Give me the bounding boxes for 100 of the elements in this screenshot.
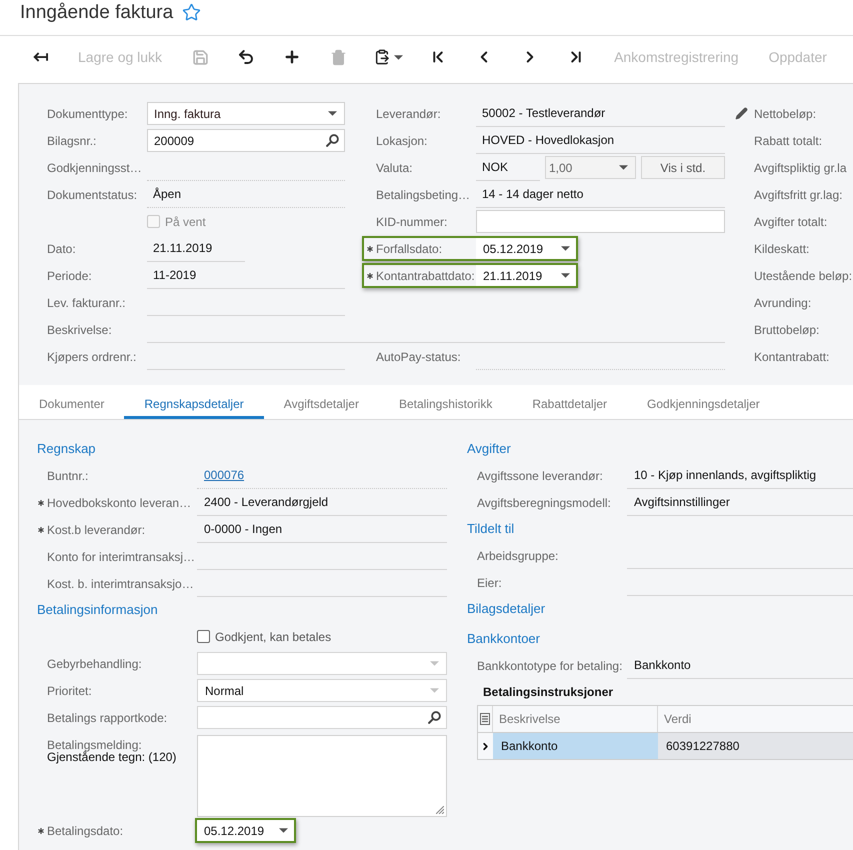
field-label: Avgiftsberegningsmodell: bbox=[477, 494, 611, 512]
field-label: Avgifter totalt: bbox=[754, 214, 828, 230]
text-field[interactable]: 10 - Kjøp innenlands, avgiftspliktig bbox=[627, 462, 853, 489]
tab[interactable]: Avgiftsdetaljer bbox=[264, 385, 379, 419]
field-label: Godkjenningsst… bbox=[47, 160, 142, 176]
field-label: Betalingsbeting… bbox=[376, 186, 470, 204]
grid-title: Betalingsinstruksjoner bbox=[483, 684, 614, 701]
text-field[interactable]: 2400 - Leverandørgjeld bbox=[197, 489, 447, 516]
caret-icon bbox=[561, 273, 570, 278]
dropdown-field[interactable]: Inng. faktura bbox=[147, 102, 345, 125]
lookup-field[interactable] bbox=[197, 706, 447, 729]
star-icon[interactable] bbox=[182, 3, 202, 22]
field-label: Lokasjon: bbox=[376, 132, 428, 150]
date-field[interactable]: 05.12.2019 bbox=[195, 818, 296, 843]
field-label: Rabatt totalt: bbox=[754, 132, 822, 150]
text-field[interactable]: HOVED - Hovedlokasjon bbox=[476, 127, 725, 154]
field-label: Kost. b. interimtransaksjo… bbox=[47, 576, 194, 592]
checkbox-label: Godkjent, kan betales bbox=[215, 628, 332, 646]
field-label: Prioritet: bbox=[47, 682, 92, 700]
list-icon bbox=[480, 713, 490, 725]
text-field[interactable]: NOK bbox=[476, 154, 540, 181]
section-heading: Betalingsinformasjon bbox=[37, 601, 158, 620]
table-cell: Bankkonto bbox=[493, 733, 658, 759]
currency-button[interactable]: Vis i std. bbox=[641, 156, 725, 179]
section-heading: Avgifter bbox=[467, 440, 511, 458]
dropdown-field[interactable] bbox=[197, 652, 447, 675]
field-label: Kost.b leverandør: bbox=[47, 522, 146, 538]
text-field[interactable]: 11-2019 bbox=[147, 262, 345, 289]
undo-icon bbox=[237, 48, 256, 66]
checkbox[interactable] bbox=[197, 630, 210, 643]
arrow-left-icon bbox=[32, 51, 48, 63]
section-heading: Bilagsdetaljer bbox=[467, 600, 546, 618]
field-label: Gebyrbehandling: bbox=[47, 656, 142, 672]
tab[interactable]: Godkjenningsdetaljer bbox=[627, 385, 780, 419]
field-label: Dato: bbox=[47, 240, 76, 258]
field-label: Valuta: bbox=[376, 160, 412, 176]
text-field[interactable]: 21.11.2019 bbox=[147, 235, 245, 262]
dropdown-field[interactable]: Normal bbox=[197, 679, 447, 702]
caret-icon bbox=[430, 661, 439, 666]
plus-icon bbox=[283, 48, 302, 66]
tab[interactable]: Rabattdetaljer bbox=[512, 385, 628, 419]
field-label: Avgiftsfritt gr.lag: bbox=[754, 186, 842, 204]
field-label: Dokumenttype: bbox=[47, 106, 128, 122]
resize-handle-icon bbox=[436, 806, 444, 814]
column-header[interactable]: Verdi bbox=[658, 706, 853, 732]
text-field[interactable]: 50002 - Testleverandør bbox=[476, 100, 725, 127]
caret-icon bbox=[279, 828, 288, 833]
field-label: Periode: bbox=[47, 268, 92, 284]
field-label: Nettobeløp: bbox=[754, 106, 816, 122]
field-label: Avgiftspliktig gr.la bbox=[754, 160, 846, 176]
field-label: Buntnr.: bbox=[47, 468, 88, 484]
clipboard-icon bbox=[374, 49, 390, 65]
field-label: Forfallsdato: bbox=[376, 240, 442, 258]
checkbox-label: På vent bbox=[165, 214, 206, 230]
tab[interactable]: Dokumenter bbox=[19, 385, 124, 419]
field-label: Betalingsmelding: bbox=[47, 740, 142, 751]
field-label: Beskrivelse: bbox=[47, 322, 112, 338]
text-field[interactable]: 14 - 14 dager netto bbox=[476, 181, 725, 208]
save-icon bbox=[192, 48, 209, 66]
field-label: AutoPay-status: bbox=[376, 348, 461, 366]
date-field[interactable]: 05.12.2019 bbox=[476, 238, 576, 259]
field-label: Konto for interimtransaksj… bbox=[47, 548, 196, 566]
table-cell: 60391227880 bbox=[658, 733, 853, 759]
readonly-field: Åpen bbox=[147, 181, 345, 208]
lookup-field[interactable]: 200009 bbox=[147, 129, 345, 152]
field-label: Dokumentstatus: bbox=[47, 186, 138, 204]
trash-icon bbox=[330, 48, 347, 66]
caret-icon bbox=[394, 54, 403, 60]
field-label: Bruttobeløp: bbox=[754, 322, 820, 338]
field-label: Bilagsnr.: bbox=[47, 132, 96, 150]
column-header[interactable]: Beskrivelse bbox=[493, 706, 658, 732]
field-label: Kildeskatt: bbox=[754, 240, 810, 258]
field-label: Bankkontotype for betaling: bbox=[477, 658, 622, 674]
field-label: Hovedbokskonto leveran… bbox=[47, 494, 192, 512]
field-label: Avrunding: bbox=[754, 294, 812, 312]
field-label: Betalingsdato: bbox=[47, 822, 124, 840]
date-field[interactable]: 21.11.2019 bbox=[476, 265, 576, 286]
section-heading: Regnskap bbox=[37, 440, 96, 458]
table-row[interactable]: Bankkonto 60391227880 bbox=[478, 732, 853, 759]
page-title: Inngående faktura bbox=[20, 2, 174, 24]
field-label: Kjøpers ordrenr.: bbox=[47, 348, 136, 366]
tab[interactable]: Betalingshistorikk bbox=[378, 385, 512, 419]
dropdown-field[interactable]: 1,00 bbox=[545, 156, 636, 179]
field-label: Utestående beløp: bbox=[754, 268, 852, 284]
text-field[interactable]: Avgiftsinnstillinger bbox=[627, 489, 853, 516]
field-label: Eier: bbox=[477, 574, 502, 592]
search-icon bbox=[326, 134, 339, 147]
section-heading: Bankkontoer bbox=[467, 630, 540, 648]
field-label: Avgiftssone leverandør: bbox=[477, 468, 603, 484]
caret-icon bbox=[561, 246, 570, 251]
field-label: Betalings rapportkode: bbox=[47, 710, 168, 726]
text-field[interactable]: Bankkonto bbox=[627, 652, 853, 679]
section-heading: Tildelt til bbox=[467, 520, 514, 538]
text-field[interactable]: 0-0000 - Ingen bbox=[197, 516, 447, 543]
textarea-field[interactable] bbox=[197, 735, 447, 817]
field-label: KID-nummer: bbox=[376, 214, 448, 230]
search-icon bbox=[428, 711, 441, 724]
field-label: Arbeidsgruppe: bbox=[477, 548, 558, 564]
link[interactable]: 000076 bbox=[204, 466, 244, 484]
input-field[interactable] bbox=[476, 210, 725, 233]
